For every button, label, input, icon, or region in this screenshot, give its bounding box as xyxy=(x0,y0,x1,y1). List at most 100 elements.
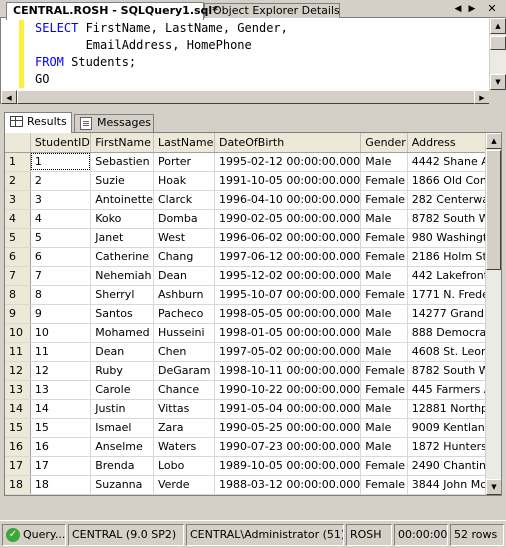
scroll-right-icon[interactable]: ▶ xyxy=(466,3,478,15)
editor-horizontal-scrollbar[interactable]: ◀ ▶ xyxy=(1,90,490,104)
pane-splitter[interactable] xyxy=(0,104,506,110)
table-cell[interactable]: Koko xyxy=(90,209,154,229)
column-header[interactable]: DateOfBirth xyxy=(214,133,362,153)
table-row[interactable]: 15 15 Ismael Zara 1990-05-25 00:00:00.000 Mal… xyxy=(5,418,501,438)
scroll-up-icon[interactable]: ▲ xyxy=(490,18,506,34)
table-cell[interactable]: Dean xyxy=(153,266,215,286)
row-number[interactable]: 3 xyxy=(5,190,31,210)
table-cell[interactable]: Male xyxy=(360,152,408,172)
scroll-left-icon[interactable]: ◀ xyxy=(1,90,17,104)
table-row[interactable]: 14 14 Justin Vittas 1991-05-04 00:00:00.000 M… xyxy=(5,399,501,419)
table-cell[interactable]: Ismael xyxy=(90,418,154,438)
table-cell[interactable]: 16 xyxy=(30,437,92,457)
table-cell[interactable]: 14 xyxy=(30,399,92,419)
column-header[interactable]: FirstName xyxy=(90,133,154,153)
column-header[interactable]: LastName xyxy=(153,133,215,153)
table-cell[interactable]: 13 xyxy=(30,380,92,400)
row-number[interactable]: 17 xyxy=(5,456,31,476)
table-cell[interactable]: Waters xyxy=(153,437,215,457)
table-cell[interactable]: Pacheco xyxy=(153,304,215,324)
table-cell[interactable]: 1998-05-05 00:00:00.000 xyxy=(214,304,362,324)
table-row[interactable]: 2 2 Suzie Hoak 1991-10-05 00:00:00.000 Female… xyxy=(5,171,501,191)
table-row[interactable]: 17 17 Brenda Lobo 1989-10-05 00:00:00.000 Fem… xyxy=(5,456,501,476)
table-cell[interactable]: Anselme xyxy=(90,437,154,457)
table-cell[interactable]: Domba xyxy=(153,209,215,229)
table-cell[interactable]: 4 xyxy=(30,209,92,229)
table-cell[interactable]: 1989-10-05 00:00:00.000 xyxy=(214,456,362,476)
table-cell[interactable]: 12 xyxy=(30,361,92,381)
table-cell[interactable]: Sebastien xyxy=(90,152,154,172)
row-number[interactable]: 1 xyxy=(5,152,31,172)
table-cell[interactable]: Suzanna xyxy=(90,475,154,495)
scroll-thumb[interactable] xyxy=(490,36,506,50)
row-number[interactable]: 6 xyxy=(5,247,31,267)
table-cell[interactable]: Zara xyxy=(153,418,215,438)
table-cell[interactable]: Porter xyxy=(153,152,215,172)
table-cell[interactable]: Female xyxy=(360,190,408,210)
table-cell[interactable]: Male xyxy=(360,399,408,419)
table-cell[interactable]: 9 xyxy=(30,304,92,324)
table-cell[interactable]: 2 xyxy=(30,171,92,191)
table-cell[interactable]: Male xyxy=(360,323,408,343)
table-row[interactable]: 5 5 Janet West 1996-06-02 00:00:00.000 Female… xyxy=(5,228,501,248)
table-cell[interactable]: Male xyxy=(360,418,408,438)
table-cell[interactable]: 1997-05-02 00:00:00.000 xyxy=(214,342,362,362)
code-line[interactable]: FROM Students; xyxy=(35,54,288,71)
row-number[interactable]: 13 xyxy=(5,380,31,400)
table-cell[interactable]: Janet xyxy=(90,228,154,248)
table-cell[interactable]: 1995-10-07 00:00:00.000 xyxy=(214,285,362,305)
table-row[interactable]: 7 7 Nehemiah Dean 1995-12-02 00:00:00.000 Mal… xyxy=(5,266,501,286)
table-cell[interactable]: 1997-06-12 00:00:00.000 xyxy=(214,247,362,267)
table-cell[interactable]: Chen xyxy=(153,342,215,362)
table-cell[interactable]: 1988-03-12 00:00:00.000 xyxy=(214,475,362,495)
table-cell[interactable]: Nehemiah xyxy=(90,266,154,286)
table-cell[interactable]: Female xyxy=(360,171,408,191)
scroll-up-icon[interactable]: ▲ xyxy=(486,133,501,149)
table-row[interactable]: 11 11 Dean Chen 1997-05-02 00:00:00.000 Male 4… xyxy=(5,342,501,362)
table-cell[interactable]: Ashburn xyxy=(153,285,215,305)
table-cell[interactable]: 15 xyxy=(30,418,92,438)
table-row[interactable]: 18 18 Suzanna Verde 1988-03-12 00:00:00.000 F… xyxy=(5,475,501,495)
code-line[interactable]: GO xyxy=(35,71,288,88)
table-cell[interactable]: Chance xyxy=(153,380,215,400)
row-number[interactable]: 18 xyxy=(5,475,31,495)
scroll-thumb[interactable] xyxy=(486,150,501,270)
tab-sqlquery1[interactable]: CENTRAL.ROSH - SQLQuery1.sql* xyxy=(6,2,218,20)
table-cell[interactable]: 17 xyxy=(30,456,92,476)
table-cell[interactable]: Santos xyxy=(90,304,154,324)
table-cell[interactable]: Dean xyxy=(90,342,154,362)
table-cell[interactable]: 1 xyxy=(30,152,92,172)
row-number[interactable]: 16 xyxy=(5,437,31,457)
table-cell[interactable]: Female xyxy=(360,361,408,381)
row-number[interactable]: 5 xyxy=(5,228,31,248)
close-icon[interactable]: ✕ xyxy=(486,3,498,15)
table-cell[interactable]: 18 xyxy=(30,475,92,495)
table-cell[interactable]: 6 xyxy=(30,247,92,267)
table-cell[interactable]: West xyxy=(153,228,215,248)
row-number[interactable]: 11 xyxy=(5,342,31,362)
table-cell[interactable]: Justin xyxy=(90,399,154,419)
table-cell[interactable]: 3 xyxy=(30,190,92,210)
table-cell[interactable]: Lobo xyxy=(153,456,215,476)
row-number[interactable]: 4 xyxy=(5,209,31,229)
table-cell[interactable]: Female xyxy=(360,285,408,305)
table-cell[interactable]: 1991-05-04 00:00:00.000 xyxy=(214,399,362,419)
scroll-down-icon[interactable]: ▼ xyxy=(490,74,506,90)
row-number[interactable]: 10 xyxy=(5,323,31,343)
table-cell[interactable]: Vittas xyxy=(153,399,215,419)
table-row[interactable]: 8 8 Sherryl Ashburn 1995-10-07 00:00:00.000 F… xyxy=(5,285,501,305)
table-cell[interactable]: 11 xyxy=(30,342,92,362)
table-cell[interactable]: Brenda xyxy=(90,456,154,476)
table-row[interactable]: 12 12 Ruby DeGaram 1998-10-11 00:00:00.000 Fe… xyxy=(5,361,501,381)
table-cell[interactable]: Carole xyxy=(90,380,154,400)
query-text[interactable]: SELECT FirstName, LastName, Gender, Emai… xyxy=(35,20,288,88)
table-cell[interactable]: 1990-02-05 00:00:00.000 xyxy=(214,209,362,229)
table-cell[interactable]: 1998-01-05 00:00:00.000 xyxy=(214,323,362,343)
row-number[interactable]: 15 xyxy=(5,418,31,438)
table-row[interactable]: 9 9 Santos Pacheco 1998-05-05 00:00:00.000 Ma… xyxy=(5,304,501,324)
table-cell[interactable]: 7 xyxy=(30,266,92,286)
row-number[interactable]: 7 xyxy=(5,266,31,286)
table-cell[interactable]: Male xyxy=(360,304,408,324)
column-header[interactable]: StudentID xyxy=(30,133,92,153)
results-grid[interactable]: StudentID FirstName LastName DateOfBirth Gen… xyxy=(4,132,502,496)
